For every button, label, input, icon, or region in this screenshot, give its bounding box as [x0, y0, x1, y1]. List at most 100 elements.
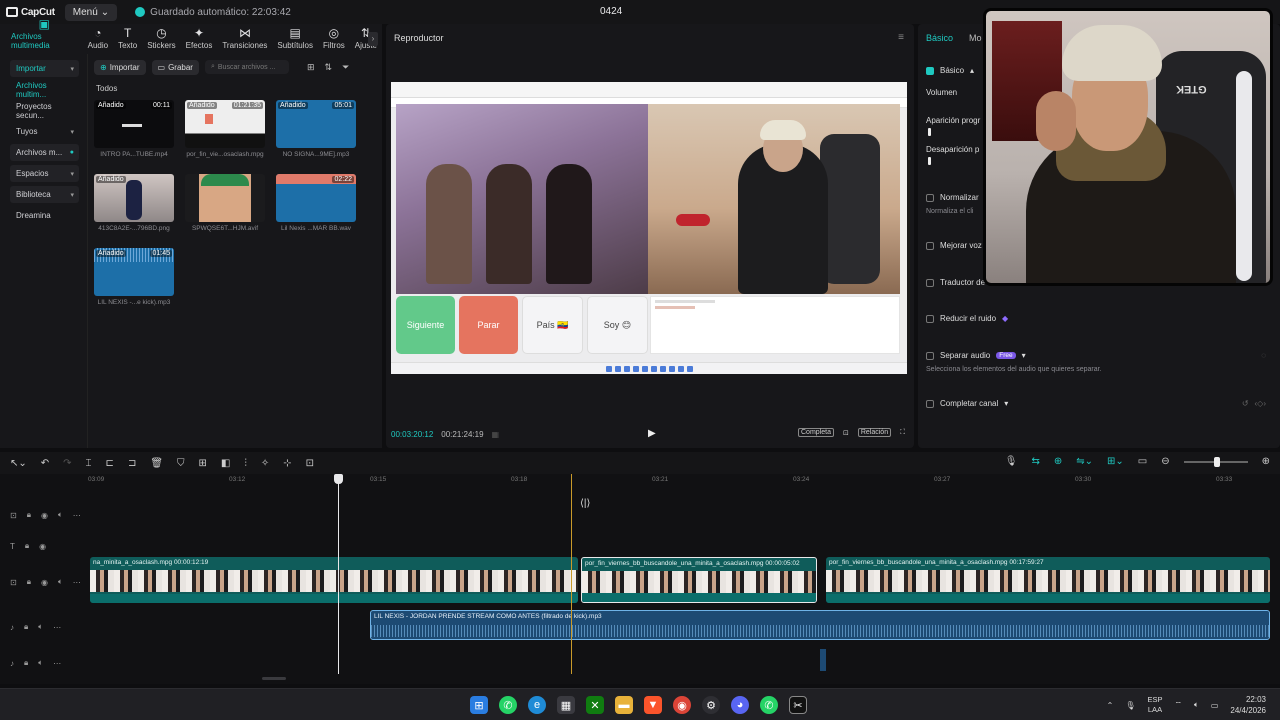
split-icon[interactable]: ⌶	[86, 458, 92, 469]
tab-media[interactable]: ▣ Archivos multimedia	[6, 18, 83, 54]
microphone-icon[interactable]: 🎙	[1125, 701, 1135, 710]
link-clips-icon[interactable]: ⇋⌄	[1076, 456, 1093, 467]
view-grid-icon[interactable]: ⊞	[307, 62, 315, 73]
eye-icon[interactable]: ◉	[41, 578, 48, 587]
filter-icon[interactable]: ⏷	[342, 62, 349, 73]
sidebar-item-dreamina[interactable]: Dreamina	[10, 207, 79, 224]
capcut-icon[interactable]: ✂	[789, 696, 807, 714]
preview-axis-icon[interactable]: ⊞⌄	[1107, 456, 1124, 467]
zoom-slider[interactable]	[1183, 456, 1248, 467]
sort-icon[interactable]: ⇅	[325, 62, 333, 73]
normalize-row[interactable]: Normalizar	[926, 193, 979, 202]
zoom-slider-knob[interactable]	[1213, 456, 1220, 467]
keyframe-icon[interactable]: ‹◇›	[1255, 399, 1266, 408]
basic-section-toggle[interactable]: Básico ▴	[926, 66, 974, 75]
adjust-sliders-icon[interactable]: ⫶	[244, 458, 247, 469]
tab-stickers[interactable]: ◷ Stickers	[142, 27, 180, 54]
tab-filters[interactable]: ◎ Filtros	[318, 27, 350, 54]
volume-icon[interactable]: 🔈︎	[38, 622, 43, 632]
video-clip[interactable]: na_minita_a_osaclash.mpg 00:00:12:19	[90, 557, 578, 603]
delete-icon[interactable]: 🗑	[150, 458, 163, 469]
checkbox-icon[interactable]	[926, 351, 934, 360]
zoom-out-icon[interactable]: ⊖	[1161, 456, 1169, 467]
freeze-icon[interactable]: ⊹	[283, 458, 291, 469]
checkbox-icon[interactable]	[926, 278, 934, 287]
reduce-noise-row[interactable]: Reducir el ruido ◆	[926, 314, 1008, 323]
ratio-button[interactable]: Relación	[857, 428, 892, 437]
lock-icon[interactable]: 🔒︎	[25, 541, 29, 551]
menu-lines-icon[interactable]: ≡	[898, 32, 904, 43]
windows-start-icon[interactable]: ⊞	[470, 696, 488, 714]
microphone-icon[interactable]: 🎙	[1005, 456, 1018, 467]
speaker-icon[interactable]: 🔈︎	[1194, 700, 1199, 710]
checkbox-icon[interactable]	[926, 241, 934, 250]
settings-gear-icon[interactable]: ⚙	[702, 696, 720, 714]
subtitle-track-icon[interactable]: ▭	[1138, 456, 1147, 467]
video-clip-selected[interactable]: por_fin_viernes_bb_buscandole_una_minita…	[581, 557, 817, 603]
brave-icon[interactable]: ▼	[644, 696, 662, 714]
media-item[interactable]: Añadido 00:11 INTRO PA...TUBE.mp4	[94, 100, 174, 158]
media-item[interactable]: Añadido 05:01 NO SIGNA...9ME].mp3	[276, 100, 356, 158]
eye-icon[interactable]: ◉	[39, 542, 46, 551]
audio-clip[interactable]: LIL NEXIS - JORDAN PRENDE STREAM COMO AN…	[370, 610, 1270, 640]
redo-icon[interactable]: ↷	[63, 458, 71, 469]
snapshot-icon[interactable]: ⊡	[843, 429, 849, 437]
checkbox-icon[interactable]	[926, 193, 934, 202]
tab-basic[interactable]: Básico	[926, 33, 953, 43]
sidebar-item-import[interactable]: Importar ▾	[10, 60, 79, 77]
separate-audio-row[interactable]: Separar audio Free ▾	[926, 351, 1026, 360]
checkbox-checked-icon[interactable]	[926, 66, 934, 75]
lock-icon[interactable]: 🔒︎	[24, 622, 28, 632]
timeline-ruler[interactable]: 03:09 03:12 03:15 03:18 03:21 03:24 03:2…	[88, 474, 1280, 488]
crop-icon[interactable]: ⊞	[199, 458, 207, 469]
xbox-icon[interactable]: ✕	[586, 696, 604, 714]
split-right-icon[interactable]: ⊐	[128, 458, 136, 469]
mask-icon[interactable]: ◧	[221, 458, 230, 469]
battery-icon[interactable]: ▭	[1211, 701, 1219, 710]
folder-icon[interactable]: ▬	[615, 696, 633, 714]
tab-effects[interactable]: ✦ Efectos	[181, 27, 218, 54]
play-icon[interactable]: ▶	[648, 428, 656, 439]
playhead[interactable]	[338, 474, 339, 674]
sidebar-item-library[interactable]: Biblioteca ▾	[10, 186, 79, 203]
cursor-select-icon[interactable]: ↖⌄	[10, 458, 27, 469]
fullscreen-icon[interactable]: ⛶	[900, 429, 905, 437]
media-item[interactable]: Añadido 01:21:35 por_fin_vie...osaclash.…	[185, 100, 265, 158]
sidebar-item-yours[interactable]: Tuyos ▾	[10, 123, 79, 140]
split-left-icon[interactable]: ⊏	[106, 458, 114, 469]
volume-icon[interactable]: 🔈︎	[58, 577, 63, 587]
more-icon[interactable]: ⋯	[53, 659, 61, 668]
import-button[interactable]: ⊕ Importar	[94, 59, 146, 75]
sidebar-item-media-files-2[interactable]: Archivos m... ●	[10, 144, 79, 161]
video-preview[interactable]: Siguiente Parar País 🇪🇨 Soy 😊	[391, 82, 907, 374]
resize-icon[interactable]: ⊡	[306, 458, 314, 469]
record-button[interactable]: ▭ Grabar	[151, 59, 199, 75]
clock[interactable]: 22:03 24/4/2026	[1230, 694, 1266, 716]
checkbox-icon[interactable]	[926, 399, 934, 408]
reset-icon[interactable]: ↺	[1242, 399, 1249, 408]
discord-icon[interactable]: ◕	[731, 696, 749, 714]
translator-row[interactable]: Traductor de	[926, 278, 985, 287]
link-main-track-icon[interactable]: ⇆	[1031, 456, 1039, 467]
complete-channel-row[interactable]: Completar canal ▾	[926, 399, 1008, 408]
chevron-up-icon[interactable]: ⌃	[1107, 701, 1114, 710]
wifi-icon[interactable]: ⌔	[1175, 700, 1183, 710]
magnet-icon[interactable]: ⊕	[1054, 456, 1062, 467]
lock-icon[interactable]: 🔒︎	[27, 577, 31, 587]
more-icon[interactable]: ⋯	[73, 511, 81, 520]
video-clip[interactable]: por_fin_viernes_bb_buscandole_una_minita…	[826, 557, 1270, 603]
store-icon[interactable]: ▦	[557, 696, 575, 714]
eye-icon[interactable]: ◉	[41, 511, 48, 520]
timeline-scrollbar[interactable]	[262, 677, 286, 680]
zoom-in-icon[interactable]: ⊕	[1262, 456, 1270, 467]
chrome-icon[interactable]: ◉	[673, 696, 691, 714]
more-icon[interactable]: ⋯	[73, 578, 81, 587]
volume-icon[interactable]: 🔈︎	[38, 658, 43, 668]
tab-more[interactable]: Mo	[969, 33, 982, 43]
volume-icon[interactable]: 🔈︎	[58, 510, 63, 520]
media-item[interactable]: Añadido 413C8A2E-...796BD.png	[94, 174, 174, 232]
playhead-handle[interactable]	[334, 474, 343, 484]
tab-text[interactable]: T Texto	[113, 27, 142, 54]
tab-audio[interactable]: ◔ Audio	[83, 27, 113, 54]
whatsapp-icon[interactable]: ✆	[760, 696, 778, 714]
